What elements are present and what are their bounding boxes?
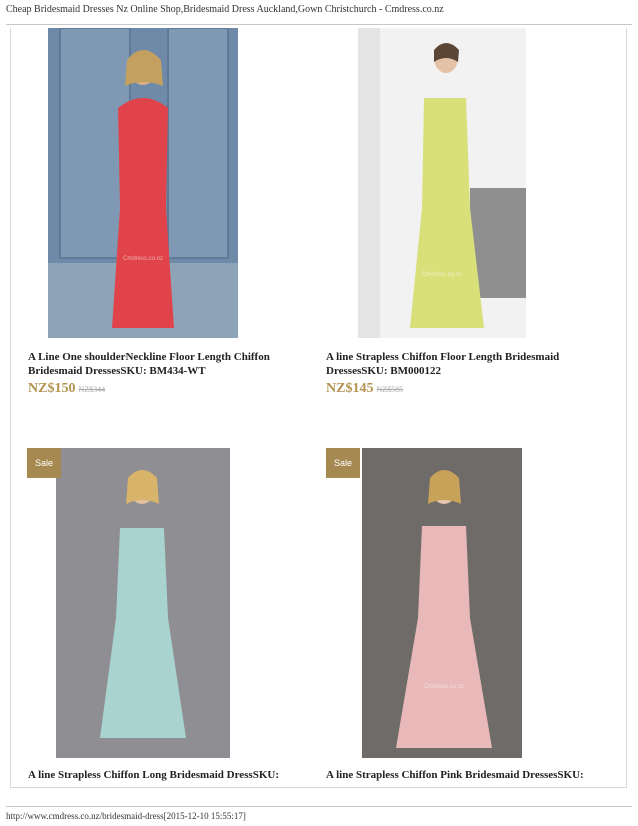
product-title[interactable]: A Line One shoulderNeckline Floor Length… bbox=[28, 350, 288, 378]
photo-watermark: Cmdress.co.nz bbox=[123, 256, 163, 262]
product-price: NZ$145 bbox=[326, 381, 374, 396]
sale-badge: Sale bbox=[27, 448, 61, 478]
product-image[interactable]: Cmdress.co.nz bbox=[48, 28, 238, 338]
photo-watermark: Cmdress.co.nz bbox=[424, 684, 464, 690]
dress-shape bbox=[112, 98, 174, 328]
product-title[interactable]: A line Strapless Chiffon Floor Length Br… bbox=[326, 350, 596, 378]
product-image[interactable] bbox=[56, 448, 230, 758]
page-footer-url: http://www.cmdress.co.nz/bridesmaid-dres… bbox=[6, 811, 246, 821]
product-grid: Cmdress.co.nz A Line One shoulderNecklin… bbox=[10, 28, 627, 788]
header-divider bbox=[6, 24, 632, 25]
product-title[interactable]: A line Strapless Chiffon Pink Bridesmaid… bbox=[326, 768, 616, 782]
product-card[interactable]: Cmdress.co.nz A line Strapless Chiffon F… bbox=[311, 28, 628, 428]
product-price: NZ$150 bbox=[28, 381, 76, 396]
product-card[interactable]: Cmdress.co.nz A Line One shoulderNecklin… bbox=[11, 28, 311, 428]
page-header-title: Cheap Bridesmaid Dresses Nz Online Shop,… bbox=[6, 4, 444, 15]
product-image[interactable]: Cmdress.co.nz bbox=[362, 448, 522, 758]
sale-badge: Sale bbox=[326, 448, 360, 478]
product-image[interactable]: Cmdress.co.nz bbox=[358, 28, 526, 338]
product-card[interactable]: Cmdress.co.nz Sale A line Strapless Chif… bbox=[311, 448, 628, 788]
product-card[interactable]: Sale A line Strapless Chiffon Long Bride… bbox=[11, 448, 311, 788]
footer-divider bbox=[6, 806, 632, 807]
product-old-price: NZ$585 bbox=[376, 385, 404, 394]
product-old-price: NZ$344 bbox=[78, 385, 106, 394]
photo-watermark: Cmdress.co.nz bbox=[422, 272, 462, 278]
product-title[interactable]: A line Strapless Chiffon Long Bridesmaid… bbox=[28, 768, 308, 782]
